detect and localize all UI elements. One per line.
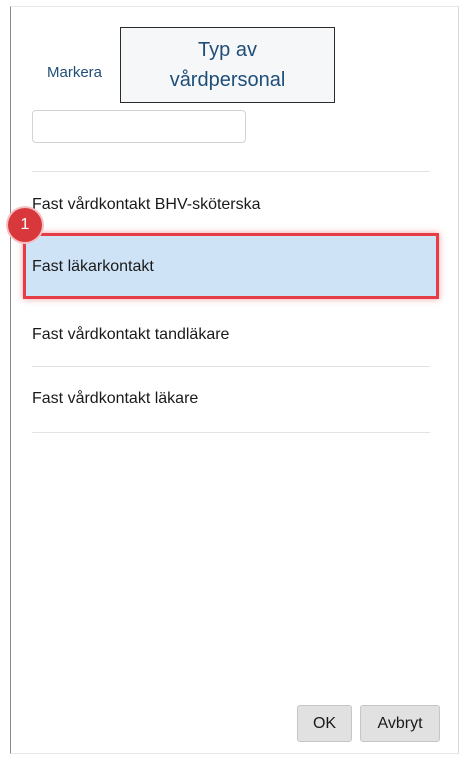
list-item[interactable]: Fast vårdkontakt BHV-sköterska [32, 196, 430, 214]
divider [32, 366, 430, 367]
filter-input[interactable] [32, 110, 246, 143]
step-number-badge: 1 [8, 208, 42, 242]
column-title-box: Typ av vårdpersonal [120, 27, 335, 103]
column-title: Typ av vårdpersonal [169, 39, 286, 91]
list-item[interactable]: Fast vårdkontakt läkare [32, 390, 430, 408]
ok-button[interactable]: OK [297, 705, 352, 742]
list-item[interactable]: Fast vårdkontakt tandläkare [32, 326, 430, 344]
select-all-link[interactable]: Markera [47, 64, 102, 81]
divider [32, 171, 430, 172]
list-item-selected[interactable]: Fast läkarkontakt [23, 236, 436, 298]
cancel-button[interactable]: Avbryt [360, 705, 440, 742]
divider [32, 432, 430, 433]
